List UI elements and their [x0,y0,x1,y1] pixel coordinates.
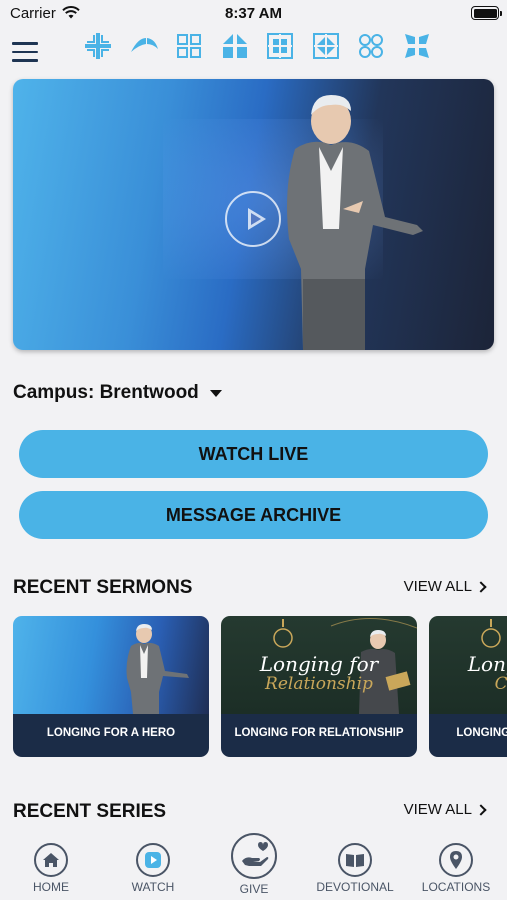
recent-series-title: RECENT SERIES [13,801,167,822]
brand-icon-8[interactable] [403,32,431,60]
campus-selector[interactable]: Campus: Brentwood [13,382,222,404]
chevron-down-icon [209,389,222,397]
devotional-icon [338,843,372,877]
tab-locations-label: LOCATIONS [421,880,491,894]
view-all-label: VIEW ALL [403,801,472,818]
sermon-thumbnail: Longing for Control [429,616,507,714]
brand-icon-6[interactable] [312,32,340,60]
tab-watch-label: WATCH [131,880,175,894]
recent-sermons-title: RECENT SERMONS [13,577,193,598]
series-title-line2: Control [494,674,507,694]
brand-icon-5[interactable] [266,32,294,60]
clock: 8:37 AM [225,5,282,22]
series-title-line1: Longing for [259,652,379,676]
sermon-thumbnail: Longing for Relationship [221,616,417,714]
tab-devotional-label: DEVOTIONAL [316,880,394,894]
locations-icon [439,843,473,877]
watch-live-button[interactable]: WATCH LIVE [19,430,488,478]
view-all-label: VIEW ALL [403,578,472,595]
brand-icon-3[interactable] [175,32,203,60]
sermon-cards: LONGING FOR A HERO Longing for Relations… [13,616,507,758]
hero-video[interactable] [13,79,494,350]
sermon-card-caption: LONGING FOR A HERO [13,714,209,757]
tab-locations[interactable]: LOCATIONS [406,843,506,894]
brand-icon-7[interactable] [357,32,385,60]
sermon-card[interactable]: LONGING FOR A HERO [13,616,209,757]
home-icon [34,843,68,877]
brand-icon-2[interactable] [130,32,158,60]
message-archive-button[interactable]: MESSAGE ARCHIVE [19,491,488,539]
sermon-card[interactable]: Longing for Control LONGING FOR CONTROL [429,616,507,757]
battery-icon [471,6,502,20]
brand-icon-4[interactable] [221,32,249,60]
tab-home[interactable]: HOME [1,843,101,894]
brand-icon-1[interactable] [84,32,112,60]
recent-series-view-all[interactable]: VIEW ALL [403,801,487,818]
tab-give[interactable]: GIVE [204,833,304,896]
series-title-line1: Longing for [467,652,507,676]
chevron-right-icon [475,803,487,816]
play-icon[interactable] [225,191,281,247]
sermon-thumbnail [13,616,209,714]
tab-devotional[interactable]: DEVOTIONAL [305,843,405,894]
chevron-right-icon [475,580,487,593]
sermon-card-caption: LONGING FOR RELATIONSHIP [221,714,417,757]
brand-icon-row [84,32,448,60]
series-title-line2: Relationship [265,674,373,694]
tab-home-label: HOME [33,880,69,894]
tab-give-label: GIVE [239,882,269,896]
sermon-card-caption: LONGING FOR CONTROL [429,714,507,757]
tab-bar: HOME WATCH GIVE DEVOTIONAL LOCATIONS [0,833,507,900]
status-bar: Carrier 8:37 AM [0,0,507,28]
recent-sermons-view-all[interactable]: VIEW ALL [403,578,487,595]
watch-icon [136,843,170,877]
sermon-card[interactable]: Longing for Relationship LONGING FOR REL… [221,616,417,757]
give-icon [231,833,277,879]
menu-icon[interactable] [12,42,38,62]
tab-watch[interactable]: WATCH [103,843,203,894]
campus-label: Campus: Brentwood [13,382,199,403]
